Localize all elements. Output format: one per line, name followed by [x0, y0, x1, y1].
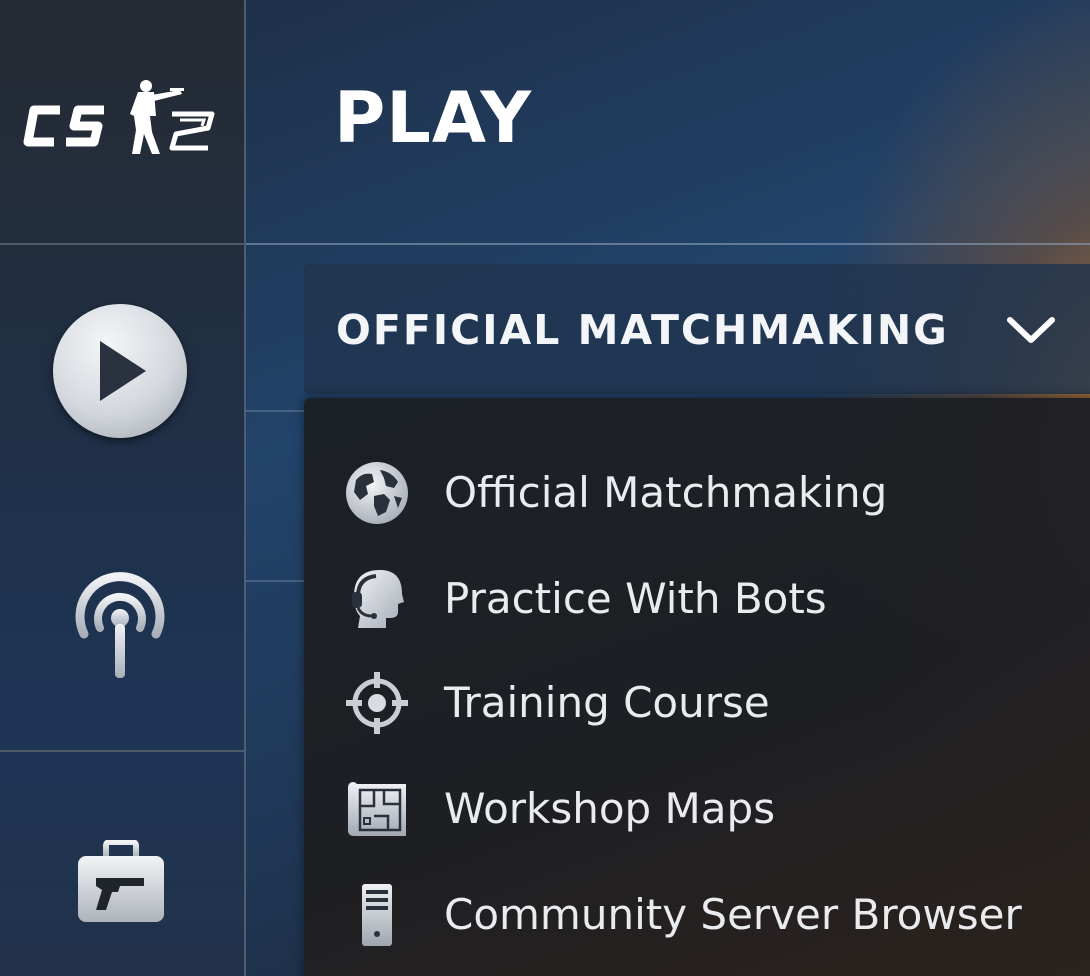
globe-icon [346, 462, 408, 524]
nav-play-button[interactable] [53, 304, 187, 438]
play-icon [100, 341, 146, 401]
nav-watch-button[interactable] [70, 572, 170, 684]
selected-mode-label: OFFICIAL MATCHMAKING [336, 306, 949, 354]
header-divider [246, 243, 1090, 245]
sidebar-divider [0, 750, 244, 752]
chevron-down-icon [1007, 317, 1055, 343]
menu-item-practice-bots[interactable]: Practice With Bots [304, 554, 1064, 644]
menu-item-official-matchmaking[interactable]: Official Matchmaking [304, 448, 1064, 538]
broadcast-icon [75, 572, 165, 678]
sidebar-divider [0, 243, 244, 245]
menu-item-community-servers[interactable]: Community Server Browser [304, 870, 1064, 960]
menu-item-label: Practice With Bots [444, 574, 827, 623]
menu-item-label: Community Server Browser [444, 890, 1022, 939]
blueprint-map-icon [348, 782, 406, 836]
game-mode-dropdown[interactable]: OFFICIAL MATCHMAKING [304, 264, 1090, 394]
briefcase-pistol-icon [78, 839, 164, 922]
menu-item-training-course[interactable]: Training Course [304, 658, 1064, 748]
menu-item-label: Training Course [444, 678, 770, 727]
cs2-logo [22, 72, 222, 162]
game-mode-menu: Official Matchmaking Practice With Bots [304, 398, 1090, 976]
page-title: PLAY [334, 77, 533, 159]
menu-item-label: Workshop Maps [444, 784, 776, 833]
menu-item-workshop-maps[interactable]: Workshop Maps [304, 764, 1064, 854]
bg-panel-line [246, 410, 304, 412]
bg-panel-line [246, 580, 304, 582]
cs2-logo-graphic [23, 80, 215, 154]
crosshair-icon [346, 672, 408, 734]
nav-inventory-button[interactable] [74, 839, 168, 926]
play-screen: PLAY OFFICIAL MATCHMAKING Official Match… [0, 0, 1090, 976]
main-sidebar [0, 0, 246, 976]
server-tower-icon [362, 884, 392, 946]
bot-headset-icon [352, 570, 404, 628]
menu-item-label: Official Matchmaking [444, 468, 888, 517]
